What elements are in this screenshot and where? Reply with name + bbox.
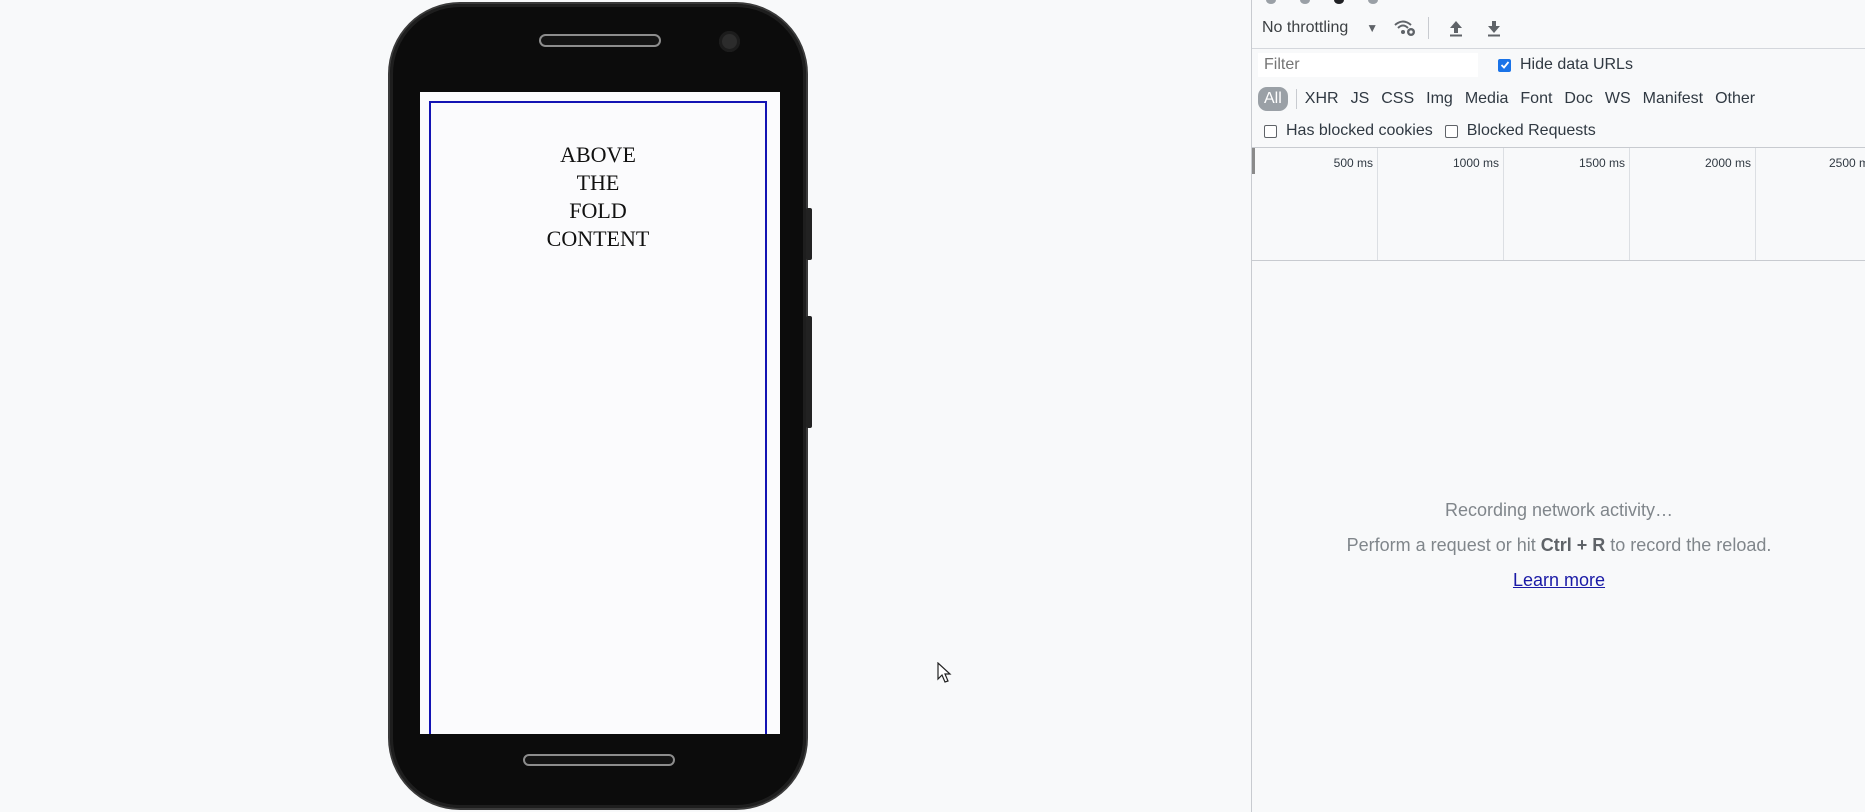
resource-type-filters: All XHR JS CSS Img Media Font Doc WS Man… [1258, 84, 1767, 114]
timeline-tick-label: 2500 ms [1829, 156, 1865, 170]
blocked-requests-label: Blocked Requests [1466, 122, 1596, 139]
timeline-tick-label: 1000 ms [1452, 156, 1499, 170]
timeline-tick-label: 2000 ms [1704, 156, 1751, 170]
hide-data-urls-checkbox[interactable]: Hide data URLs [1498, 56, 1633, 74]
reload-hint-text: Perform a request or hit Ctrl + R to rec… [1252, 535, 1865, 556]
reload-hint-prefix: Perform a request or hit [1346, 535, 1541, 555]
phone-camera [719, 31, 740, 52]
checkbox-unchecked-icon[interactable] [1264, 124, 1277, 138]
devtools-network-panel: No throttling ▼ Filter Hide data URLs Al… [1251, 0, 1865, 812]
reload-hint-suffix: to record the reload. [1605, 535, 1772, 555]
reload-shortcut: Ctrl + R [1540, 535, 1606, 555]
fold-word: THE [576, 170, 620, 195]
checkbox-checked-icon[interactable] [1498, 58, 1511, 72]
filter-input[interactable] [1258, 53, 1478, 77]
phone-home-bar [523, 754, 675, 766]
search-icon[interactable] [1368, 0, 1378, 4]
timeline-tick: 1000 ms [1378, 148, 1504, 260]
has-blocked-cookies-checkbox[interactable]: Has blocked cookies [1264, 122, 1433, 140]
type-filter-css[interactable]: CSS [1381, 88, 1414, 110]
mouse-cursor-icon [937, 662, 952, 683]
timeline-tick-label: 500 ms [1333, 156, 1373, 170]
timeline-tick: 2000 ms [1630, 148, 1756, 260]
import-har-icon[interactable] [1445, 17, 1467, 39]
fold-content: ABOVE THE FOLD CONTENT [431, 141, 765, 253]
learn-more-link[interactable]: Learn more [1513, 570, 1605, 591]
blocked-filters-row: Has blocked cookies Blocked Requests [1264, 117, 1608, 145]
type-filter-divider [1295, 89, 1297, 109]
type-filter-js[interactable]: JS [1351, 88, 1370, 110]
blocked-requests-checkbox[interactable]: Blocked Requests [1444, 122, 1596, 140]
phone-screen[interactable]: ABOVE THE FOLD CONTENT [420, 92, 780, 734]
toolbar-border [1252, 48, 1865, 49]
network-conditions-icon[interactable] [1394, 17, 1416, 39]
devtools-top-strip [1252, 0, 1865, 6]
hide-data-urls-label: Hide data URLs [1520, 56, 1633, 73]
timeline-tick: 500 ms [1252, 148, 1378, 260]
type-filter-img[interactable]: Img [1426, 88, 1453, 110]
type-filter-font[interactable]: Font [1520, 88, 1552, 110]
has-blocked-cookies-label: Has blocked cookies [1286, 122, 1433, 139]
timeline-tick: 2500 ms [1756, 148, 1865, 260]
type-filter-doc[interactable]: Doc [1564, 88, 1592, 110]
device-viewport: ABOVE THE FOLD CONTENT [0, 0, 1251, 812]
phone-speaker [539, 34, 661, 47]
type-filter-manifest[interactable]: Manifest [1643, 88, 1703, 110]
filter-icon[interactable] [1334, 0, 1344, 4]
app-root: ABOVE THE FOLD CONTENT No throttling ▼ F… [0, 0, 1865, 812]
network-overview-timeline[interactable]: 500 ms 1000 ms 1500 ms 2000 ms 2500 ms [1252, 147, 1865, 261]
clear-icon[interactable] [1300, 0, 1310, 4]
type-filter-ws[interactable]: WS [1605, 88, 1631, 110]
checkbox-unchecked-icon[interactable] [1444, 124, 1458, 138]
type-filter-media[interactable]: Media [1465, 88, 1509, 110]
filter-row: Hide data URLs [1252, 50, 1865, 80]
empty-state: Recording network activity… Perform a re… [1252, 500, 1865, 591]
phone-side-button [806, 316, 812, 428]
export-har-icon[interactable] [1483, 17, 1505, 39]
timeline-tick-label: 1500 ms [1578, 156, 1625, 170]
record-icon[interactable] [1266, 0, 1276, 4]
throttling-select[interactable]: No throttling [1262, 19, 1348, 37]
fold-word: ABOVE [560, 142, 636, 167]
fold-frame: ABOVE THE FOLD CONTENT [429, 101, 767, 734]
phone-side-button [806, 208, 812, 260]
network-toolbar: No throttling ▼ [1252, 8, 1865, 48]
fold-word: CONTENT [546, 226, 650, 251]
type-filter-all[interactable]: All [1258, 87, 1288, 111]
type-filter-other[interactable]: Other [1715, 88, 1755, 110]
recording-status-text: Recording network activity… [1444, 500, 1674, 520]
chevron-down-icon[interactable]: ▼ [1366, 21, 1378, 35]
fold-word: FOLD [569, 198, 627, 223]
toolbar-divider [1428, 17, 1430, 39]
type-filter-xhr[interactable]: XHR [1305, 88, 1339, 110]
timeline-tick: 1500 ms [1504, 148, 1630, 260]
